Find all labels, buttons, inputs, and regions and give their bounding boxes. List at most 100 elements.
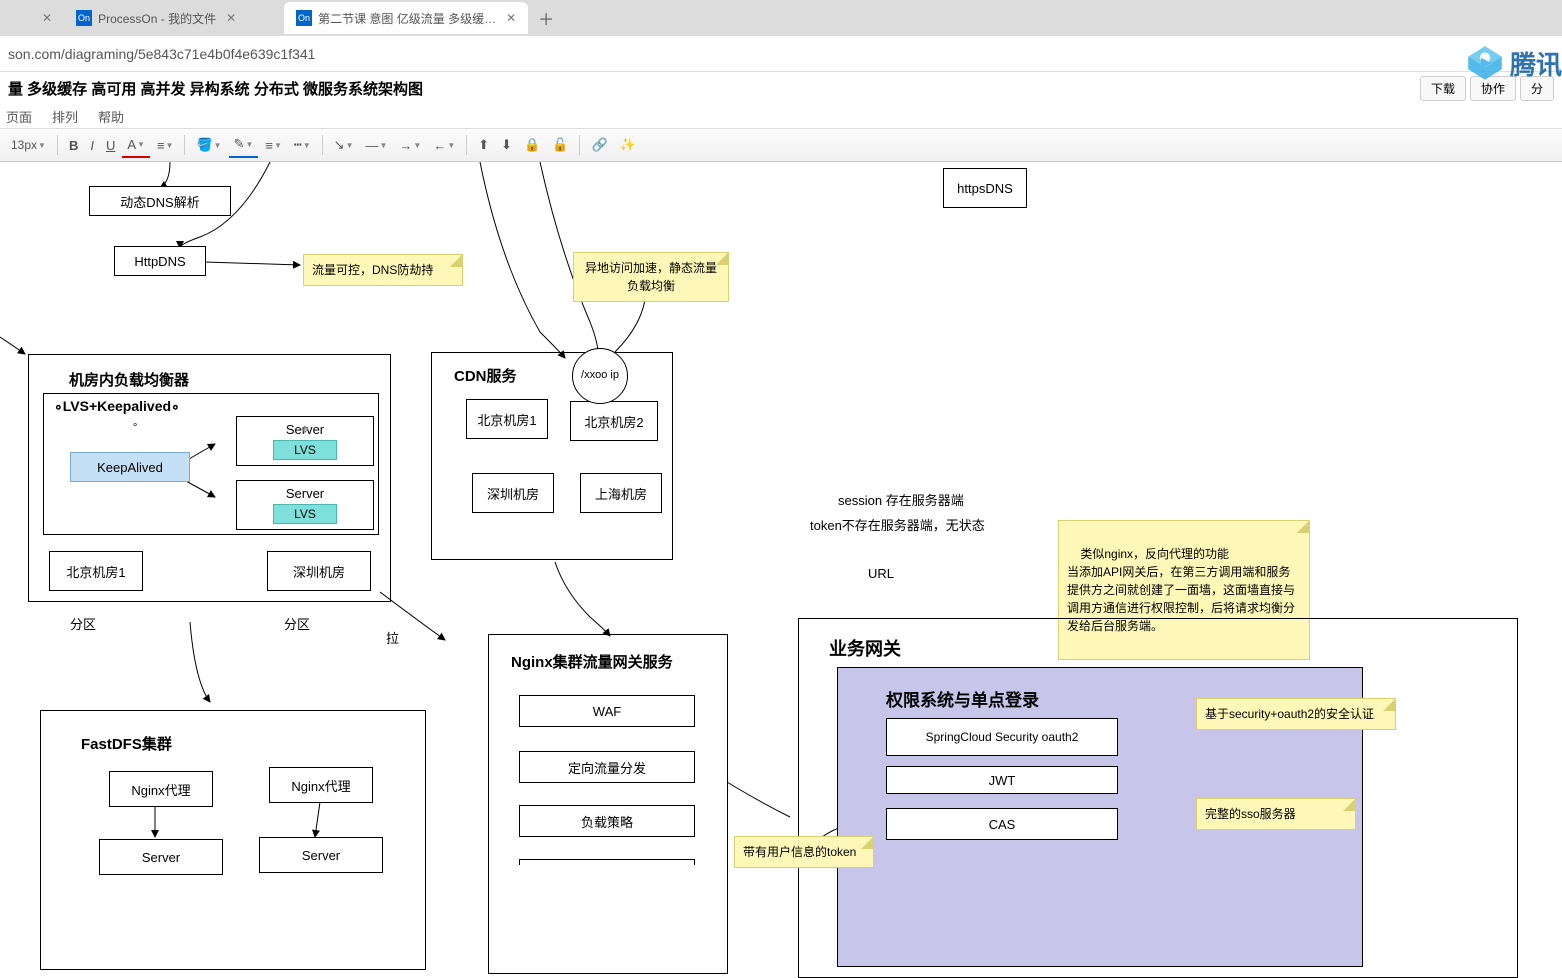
font-color-button[interactable]: A▼ [122,133,150,158]
tab-blank[interactable]: ✕ [20,2,64,34]
url-bar[interactable]: son.com/diagraming/5e843c71e4b0f4e639c1f… [0,36,1562,72]
node-waf[interactable]: WAF [519,695,695,727]
title-row: 量 多级缓存 高可用 高并发 异构系统 分布式 微服务系统架构图 下载 协作 分 [0,72,1562,104]
node-jwt[interactable]: JWT [886,766,1118,794]
back-button[interactable]: ⬇ [496,133,517,157]
node-room-bj[interactable]: 北京机房1 [49,551,143,591]
node-directed[interactable]: 定向流量分发 [519,751,695,783]
move-handle-icon[interactable]: ✥ [301,425,309,436]
new-tab-button[interactable]: ＋ [538,6,554,30]
node-cdn-bj1[interactable]: 北京机房1 [466,399,548,439]
group-biz-gw[interactable]: 业务网关 权限系统与单点登录 SpringCloud Security oaut… [798,618,1518,978]
fastdfs-title: FastDFS集群 [81,733,172,754]
text-url: URL [868,566,894,581]
doc-title: 量 多级缓存 高可用 高并发 异构系统 分布式 微服务系统架构图 [8,78,423,99]
line-color-button[interactable]: ✎▼ [229,132,259,158]
tab-label: ProcessOn - 我的文件 [98,10,216,27]
label: 北京机房1 [477,410,536,429]
label: 深圳机房 [487,484,539,503]
node-cas[interactable]: CAS [886,808,1118,840]
canvas[interactable]: httpsDNS 动态DNS解析 HttpDNS 流量可控，DNS防劫持 异地访… [0,162,1562,976]
line-style-button[interactable]: ┅▼ [289,133,316,157]
menu-help[interactable]: 帮助 [98,107,124,126]
node-nginx2[interactable]: Nginx代理 [269,767,373,803]
magic-button[interactable]: ✨ [615,133,641,157]
site-icon: On [76,10,92,26]
node-server2[interactable]: Server LVS [236,480,374,530]
align-button[interactable]: ≡▼ [152,134,179,157]
menu-page[interactable]: 页面 [6,107,32,126]
label: 深圳机房 [293,562,345,581]
label: httpsDNS [957,181,1013,196]
close-icon[interactable]: ✕ [226,11,236,25]
bold-button[interactable]: B [64,134,83,157]
browser-tabs: ✕ On ProcessOn - 我的文件 ✕ On 第二节课 意图 亿级流量 … [0,0,1562,36]
group-lb[interactable]: 机房内负载均衡器 ∘LVS+Keepalived∘ ∘ KeepAlived S… [28,354,391,602]
tab-processon[interactable]: On ProcessOn - 我的文件 ✕ [64,2,284,34]
node-cdn-bj2[interactable]: 北京机房2 [570,401,658,441]
note-sso[interactable]: 完整的sso服务器 [1196,798,1356,830]
line-width-button[interactable]: ≡▼ [260,134,287,157]
label: 动态DNS解析 [120,192,199,211]
inner-title: ∘LVS+Keepalived∘ [54,398,180,415]
text-session1: session 存在服务器端 [838,490,964,509]
connector-button[interactable]: ↘▼ [329,133,359,157]
lock-button[interactable]: 🔒 [519,133,545,157]
line-end-button[interactable]: —▼ [361,134,393,157]
node-cdn-sh[interactable]: 上海机房 [580,473,662,513]
node-server1[interactable]: Server LVS ✥ [236,416,374,466]
watermark-text: 腾讯 [1510,45,1562,82]
node-cdn-sz[interactable]: 深圳机房 [472,473,554,513]
arrow-start-button[interactable]: →▼ [394,134,426,157]
tab-current[interactable]: On 第二节课 意图 亿级流量 多级缓… ✕ [284,2,528,34]
note-text: 异地访问加速，静态流量负载均衡 [585,261,717,293]
biz-gw-title: 业务网关 [829,635,901,661]
lvs-badge: LVS [273,440,337,460]
front-button[interactable]: ⬆ [473,133,494,157]
node-nginx1[interactable]: Nginx代理 [109,771,213,807]
label: 上海机房 [595,484,647,503]
close-icon[interactable]: ✕ [42,11,52,25]
note-text: 基于security+oauth2的安全认证 [1205,707,1374,721]
group-nginx-gw[interactable]: Nginx集群流量网关服务 WAF 定向流量分发 负载策略 [488,634,728,974]
arrow-end-button[interactable]: ←▼ [428,134,460,157]
node-spring-security[interactable]: SpringCloud Security oauth2 [886,718,1118,756]
label: Server [286,486,324,501]
underline-button[interactable]: U [101,134,120,157]
fill-color-button[interactable]: 🪣▼ [191,133,226,157]
note-token[interactable]: 带有用户信息的token [734,836,874,868]
unlock-button[interactable]: 🔓 [547,133,573,157]
node-room-sz[interactable]: 深圳机房 [267,551,371,591]
font-size-selector[interactable]: 13px▼ [6,134,51,156]
node-httpdns[interactable]: HttpDNS [114,246,206,276]
label: Server [302,848,340,863]
note-security[interactable]: 基于security+oauth2的安全认证 [1196,698,1396,730]
zone-label-2: 分区 [284,614,310,633]
node-extra[interactable] [519,859,695,865]
node-xxoo-circle[interactable]: /xxoo ip [572,348,628,404]
italic-button[interactable]: I [85,134,99,157]
menu-arrange[interactable]: 排列 [52,107,78,126]
label: 北京机房2 [584,412,643,431]
group-fastdfs[interactable]: FastDFS集群 Nginx代理 Nginx代理 Server Server [40,710,426,970]
node-fd-server1[interactable]: Server [99,839,223,875]
note-text: 带有用户信息的token [743,845,856,859]
download-button[interactable]: 下载 [1420,76,1466,101]
node-httpsdns[interactable]: httpsDNS [943,168,1027,208]
label: KeepAlived [97,460,163,475]
node-lb-strategy[interactable]: 负载策略 [519,805,695,837]
url-text: son.com/diagraming/5e843c71e4b0f4e639c1f… [8,46,315,62]
node-fd-server2[interactable]: Server [259,837,383,873]
label: 负载策略 [581,812,633,831]
link-button[interactable]: 🔗 [586,133,612,157]
node-keepalived[interactable]: KeepAlived [70,452,190,482]
group-lvs-keepalived[interactable]: ∘LVS+Keepalived∘ ∘ KeepAlived Server LVS… [43,393,379,535]
node-dynamic-dns[interactable]: 动态DNS解析 [89,186,231,216]
group-cdn[interactable]: CDN服务 北京机房1 北京机房2 深圳机房 上海机房 [431,352,673,560]
close-icon[interactable]: ✕ [506,11,516,25]
auth-title: 权限系统与单点登录 [886,686,1039,711]
label: 北京机房1 [66,562,125,581]
note-cdn[interactable]: 异地访问加速，静态流量负载均衡 [573,252,729,302]
site-icon: On [296,10,312,26]
note-dns[interactable]: 流量可控，DNS防劫持 [303,254,463,286]
